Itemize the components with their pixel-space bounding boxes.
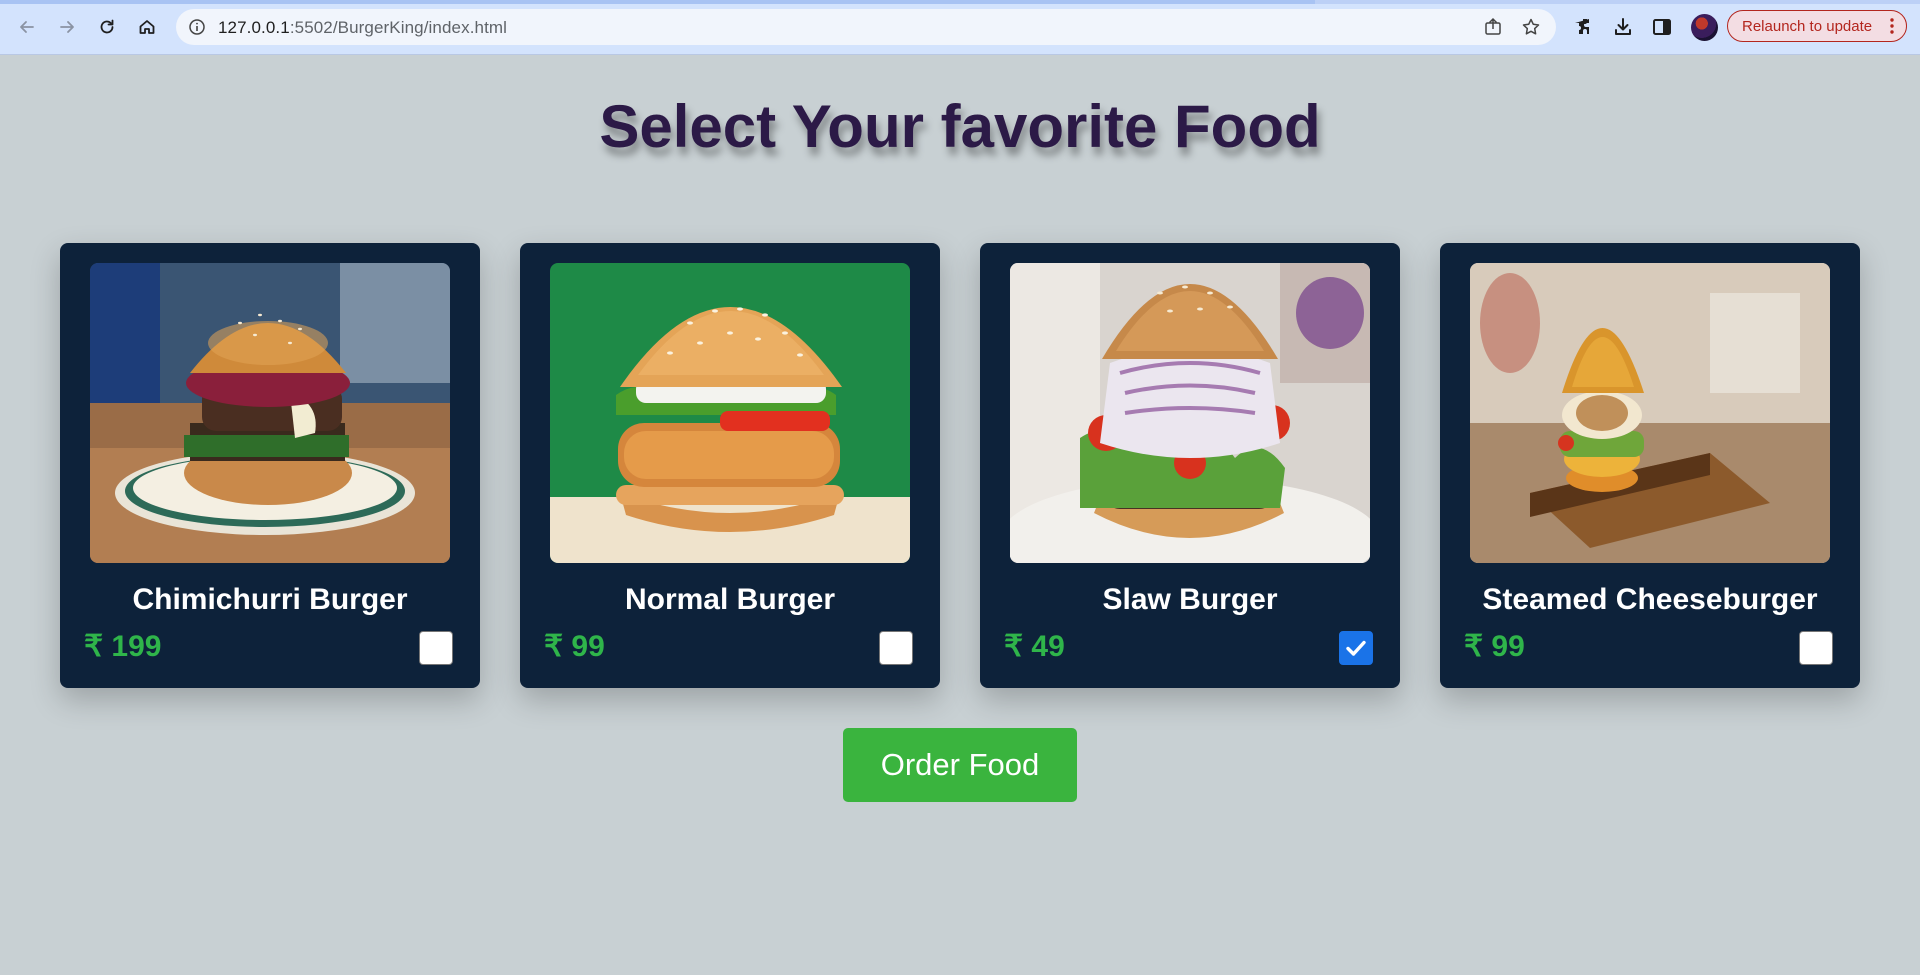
food-price: ₹ 99 [1464,630,1525,663]
slaw-burger-image [1010,263,1370,563]
side-panel-icon[interactable] [1650,15,1674,39]
share-icon[interactable] [1483,17,1503,37]
home-button[interactable] [133,13,161,41]
home-icon [139,20,155,34]
download-icon[interactable] [1611,15,1635,39]
order-food-button[interactable]: Order Food [843,728,1077,802]
tab-strip-edge [0,0,1920,4]
food-select-checkbox[interactable] [879,631,913,665]
reload-button[interactable] [93,13,121,41]
food-image [1470,263,1830,563]
profile-avatar[interactable] [1691,14,1718,41]
url-path: :5502/BurgerKing/index.html [289,18,508,37]
food-price: ₹ 99 [544,630,605,663]
url-text[interactable]: 127.0.0.1:5502/BurgerKing/index.html [218,18,507,38]
forward-button[interactable] [53,13,81,41]
food-select-checkbox[interactable] [1339,631,1373,665]
normal-burger-image [550,263,910,563]
food-card-list: Chimichurri Burger ₹ 199 Normal Burger ₹… [60,243,1860,688]
food-price: ₹ 199 [84,630,162,663]
url-host: 127.0.0.1 [218,18,290,37]
food-card[interactable]: Steamed Cheeseburger ₹ 99 [1440,243,1860,688]
extensions-icon[interactable] [1570,15,1594,39]
browser-toolbar: 127.0.0.1:5502/BurgerKing/index.html Rel… [0,0,1920,55]
back-button[interactable] [13,13,41,41]
food-image [550,263,910,563]
food-card[interactable]: Slaw Burger ₹ 49 [980,243,1400,688]
address-bar[interactable]: 127.0.0.1:5502/BurgerKing/index.html [176,9,1556,45]
food-name: Chimichurri Burger [132,583,408,616]
relaunch-button[interactable]: Relaunch to update [1727,10,1907,42]
site-info-icon[interactable] [188,18,206,36]
page-title: Select Your favorite Food [599,93,1321,160]
food-select-checkbox[interactable] [419,631,453,665]
arrow-left-icon [20,21,34,33]
reload-icon [100,19,114,34]
checkmark-icon [1346,640,1366,656]
food-image [1010,263,1370,563]
food-price: ₹ 49 [1004,630,1065,663]
food-image [90,263,450,563]
relaunch-label: Relaunch to update [1742,17,1873,35]
chimichurri-burger-image [90,263,450,563]
food-name: Steamed Cheeseburger [1482,583,1818,616]
food-card[interactable]: Chimichurri Burger ₹ 199 [60,243,480,688]
steamed-cheeseburger-image [1470,263,1830,563]
food-card[interactable]: Normal Burger ₹ 99 [520,243,940,688]
more-menu-icon[interactable] [1890,17,1894,35]
food-name: Normal Burger [624,583,836,616]
food-name: Slaw Burger [1102,583,1278,616]
star-icon[interactable] [1521,17,1541,37]
food-select-checkbox[interactable] [1799,631,1833,665]
arrow-right-icon [60,21,74,33]
